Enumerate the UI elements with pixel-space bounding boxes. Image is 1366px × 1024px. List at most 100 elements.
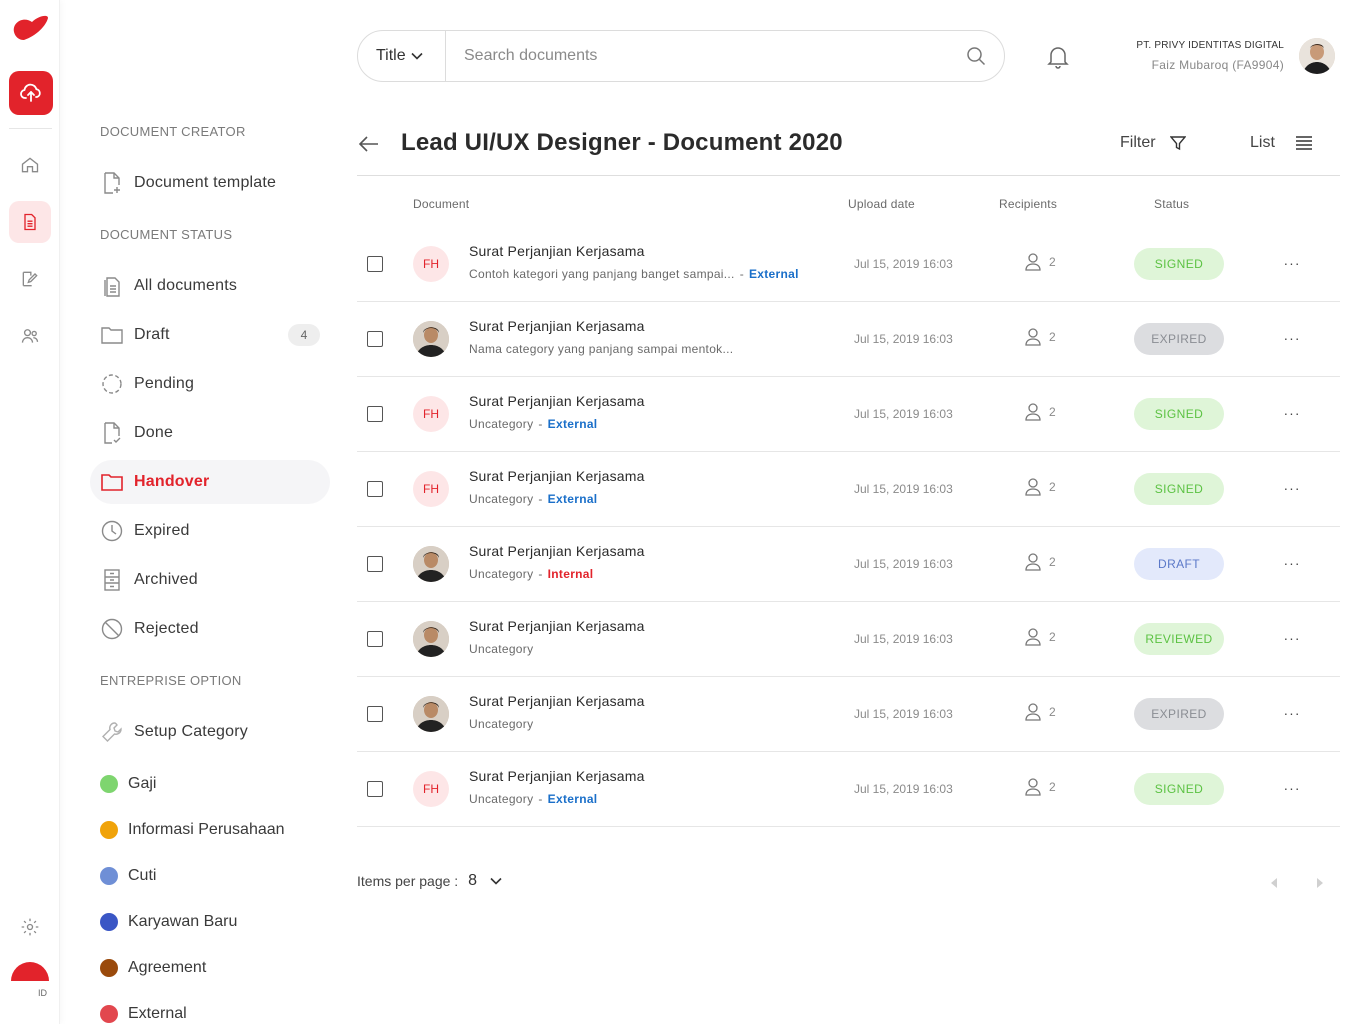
- document-icon: [24, 213, 36, 231]
- avatar: [413, 546, 449, 582]
- doc-tag[interactable]: External: [548, 417, 598, 431]
- sidebar-item-label: Expired: [134, 522, 190, 539]
- row-checkbox[interactable]: [367, 406, 383, 422]
- status-badge: SIGNED: [1134, 473, 1224, 505]
- table-row[interactable]: FH Surat Perjanjian Kerjasama Uncategory - E…: [357, 452, 1340, 527]
- column-header-upload-date[interactable]: Upload date: [848, 197, 915, 211]
- user-avatar[interactable]: [1299, 38, 1335, 74]
- row-checkbox[interactable]: [367, 781, 383, 797]
- recipients: 2: [1025, 253, 1056, 271]
- doc-category: Uncategory: [469, 642, 533, 656]
- sidebar-item-all-documents[interactable]: All documents: [90, 264, 330, 308]
- more-options-icon[interactable]: ···: [1282, 553, 1302, 573]
- row-checkbox[interactable]: [367, 631, 383, 647]
- doc-tag[interactable]: Internal: [548, 567, 594, 581]
- row-checkbox[interactable]: [367, 706, 383, 722]
- doc-tag[interactable]: External: [548, 492, 598, 506]
- sidebar-item-rejected[interactable]: Rejected: [90, 607, 330, 651]
- doc-title[interactable]: Surat Perjanjian Kerjasama: [469, 318, 645, 334]
- column-header-recipients[interactable]: Recipients: [999, 197, 1057, 211]
- contacts-nav[interactable]: [9, 315, 51, 357]
- page-title: Lead UI/UX Designer - Document 2020: [401, 129, 843, 156]
- upload-button[interactable]: [9, 71, 53, 115]
- sidebar-item-pending[interactable]: Pending: [90, 362, 330, 406]
- search-icon[interactable]: [956, 46, 996, 66]
- upload-date: Jul 15, 2019 16:03: [854, 632, 953, 646]
- sidebar-item-document-template[interactable]: Document template: [90, 161, 330, 205]
- sidebar-item-handover[interactable]: Handover: [90, 460, 330, 504]
- back-arrow-icon[interactable]: [357, 132, 381, 156]
- privy-logo[interactable]: [10, 12, 50, 44]
- more-options-icon[interactable]: ···: [1282, 703, 1302, 723]
- filter-button[interactable]: Filter: [1120, 134, 1186, 152]
- sidebar-item-archived[interactable]: Archived: [90, 558, 330, 602]
- sign-nav[interactable]: [9, 258, 51, 300]
- more-options-icon[interactable]: ···: [1282, 478, 1302, 498]
- documents-nav[interactable]: [9, 201, 51, 243]
- recipients: 2: [1025, 553, 1056, 571]
- person-icon: [1025, 403, 1041, 421]
- doc-tag[interactable]: External: [548, 792, 598, 806]
- section-document-status: DOCUMENT STATUS: [100, 227, 233, 242]
- sidebar-item-setup-category[interactable]: Setup Category: [90, 710, 330, 754]
- category-color-dot: [100, 775, 118, 793]
- search-input[interactable]: [446, 47, 956, 65]
- row-checkbox[interactable]: [367, 556, 383, 572]
- avatar: [413, 696, 449, 732]
- doc-category: Uncategory - External: [469, 492, 597, 506]
- sidebar-item-done[interactable]: Done: [90, 411, 330, 455]
- status-badge: SIGNED: [1134, 398, 1224, 430]
- doc-title[interactable]: Surat Perjanjian Kerjasama: [469, 618, 645, 634]
- row-checkbox[interactable]: [367, 481, 383, 497]
- table-row[interactable]: Surat Perjanjian Kerjasama Nama category …: [357, 302, 1340, 377]
- category-cuti[interactable]: Cuti: [100, 867, 156, 885]
- table-row[interactable]: FH Surat Perjanjian Kerjasama Uncategory - E…: [357, 377, 1340, 452]
- person-icon: [1025, 478, 1041, 496]
- sidebar-item-draft[interactable]: Draft 4: [90, 313, 330, 357]
- doc-title[interactable]: Surat Perjanjian Kerjasama: [469, 693, 645, 709]
- more-options-icon[interactable]: ···: [1282, 778, 1302, 798]
- doc-category-text: Uncategory: [469, 717, 534, 731]
- column-header-document[interactable]: Document: [413, 197, 469, 211]
- more-options-icon[interactable]: ···: [1282, 328, 1302, 348]
- table-row[interactable]: Surat Perjanjian Kerjasama Uncategory Jul …: [357, 677, 1340, 752]
- bell-icon[interactable]: [1045, 44, 1071, 70]
- table-row[interactable]: Surat Perjanjian Kerjasama Uncategory - Int…: [357, 527, 1340, 602]
- doc-title[interactable]: Surat Perjanjian Kerjasama: [469, 393, 645, 409]
- doc-title[interactable]: Surat Perjanjian Kerjasama: [469, 243, 645, 259]
- table-row[interactable]: FH Surat Perjanjian Kerjasama Contoh kateg…: [357, 227, 1340, 302]
- prev-page-icon[interactable]: [1264, 876, 1284, 890]
- doc-title[interactable]: Surat Perjanjian Kerjasama: [469, 543, 645, 559]
- more-options-icon[interactable]: ···: [1282, 253, 1302, 273]
- row-checkbox[interactable]: [367, 331, 383, 347]
- category-color-dot: [100, 1005, 118, 1023]
- recipients: 2: [1025, 478, 1056, 496]
- icon-rail: ID: [0, 0, 60, 1024]
- table-row[interactable]: FH Surat Perjanjian Kerjasama Uncategory - E…: [357, 752, 1340, 827]
- next-page-icon[interactable]: [1310, 876, 1330, 890]
- doc-title[interactable]: Surat Perjanjian Kerjasama: [469, 768, 645, 784]
- doc-title[interactable]: Surat Perjanjian Kerjasama: [469, 468, 645, 484]
- sidebar-item-label: All documents: [134, 277, 238, 294]
- settings-nav[interactable]: [9, 906, 51, 948]
- doc-tag[interactable]: External: [749, 267, 799, 281]
- home-nav[interactable]: [9, 144, 51, 186]
- more-options-icon[interactable]: ···: [1282, 628, 1302, 648]
- more-options-icon[interactable]: ···: [1282, 403, 1302, 423]
- column-header-status[interactable]: Status: [1154, 197, 1189, 211]
- sidebar-item-expired[interactable]: Expired: [90, 509, 330, 553]
- category-agreement[interactable]: Agreement: [100, 959, 206, 977]
- category-color-dot: [100, 821, 118, 839]
- row-checkbox[interactable]: [367, 256, 383, 272]
- items-per-page[interactable]: Items per page : 8: [357, 872, 503, 890]
- doc-category-text: Uncategory: [469, 492, 534, 506]
- category-informasi-perusahaan[interactable]: Informasi Perusahaan: [100, 821, 285, 839]
- category-gaji[interactable]: Gaji: [100, 775, 156, 793]
- search-type-dropdown[interactable]: Title: [358, 31, 446, 81]
- category-karyawan-baru[interactable]: Karyawan Baru: [100, 913, 237, 931]
- table-row[interactable]: Surat Perjanjian Kerjasama Uncategory Jul …: [357, 602, 1340, 677]
- list-view-button[interactable]: List: [1250, 134, 1313, 152]
- category-external[interactable]: External: [100, 1005, 187, 1023]
- folder-icon: [100, 470, 124, 494]
- upload-date: Jul 15, 2019 16:03: [854, 257, 953, 271]
